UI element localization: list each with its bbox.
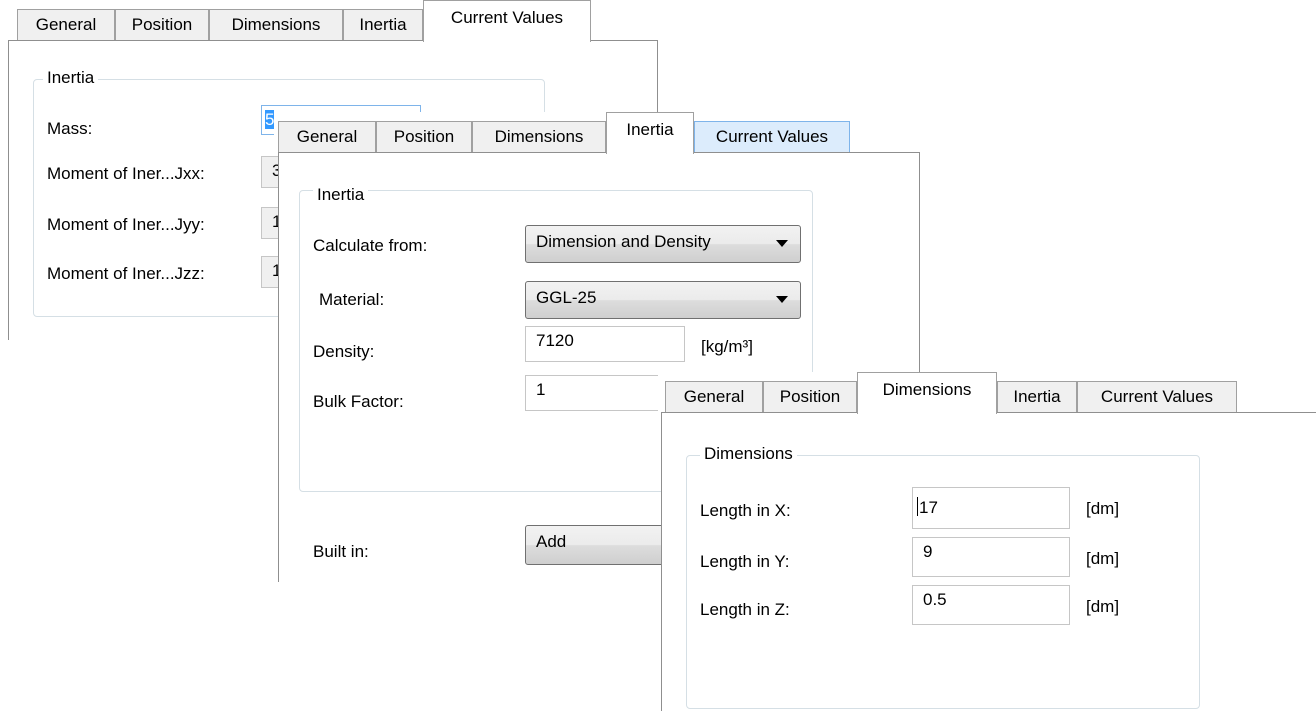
tab-current-values[interactable]: Current Values: [694, 121, 850, 152]
tab-dimensions[interactable]: Dimensions: [209, 9, 343, 40]
length-x-field[interactable]: 17: [912, 487, 1070, 529]
tab-inertia[interactable]: Inertia: [997, 381, 1077, 412]
density-unit: [kg/m³]: [701, 337, 753, 356]
jyy-label: Moment of Iner...Jyy:: [47, 215, 205, 234]
front-dialog: General Position Dimensions Inertia Curr…: [658, 372, 1316, 711]
material-label: Material:: [319, 290, 385, 309]
calculate-from-label: Calculate from:: [313, 236, 428, 255]
length-z-label: Length in Z:: [700, 600, 790, 619]
density-label: Density:: [313, 342, 375, 361]
tab-current-values[interactable]: Current Values: [423, 0, 591, 42]
tab-inertia[interactable]: Inertia: [343, 9, 423, 40]
tab-current-values[interactable]: Current Values: [1077, 381, 1237, 412]
tab-position[interactable]: Position: [115, 9, 209, 40]
calculate-from-dropdown[interactable]: Dimension and Density: [525, 225, 801, 263]
inertia-group-title: Inertia: [313, 185, 369, 205]
length-y-unit: [dm]: [1086, 549, 1120, 568]
tab-general[interactable]: General: [17, 9, 115, 40]
tab-dimensions[interactable]: Dimensions: [472, 121, 606, 152]
length-y-field[interactable]: 9: [912, 537, 1070, 577]
tab-general[interactable]: General: [665, 381, 763, 412]
tab-strip: General Position Dimensions Inertia Curr…: [8, 0, 660, 42]
length-z-unit: [dm]: [1086, 597, 1120, 616]
tab-strip: General Position Dimensions Inertia Curr…: [658, 372, 1316, 414]
chevron-down-icon: [776, 296, 788, 303]
chevron-down-icon: [776, 240, 788, 247]
built-in-value: Add: [536, 532, 567, 551]
tab-inertia[interactable]: Inertia: [606, 112, 694, 154]
jzz-label: Moment of Iner...Jzz:: [47, 264, 205, 283]
length-x-unit: [dm]: [1086, 499, 1120, 518]
text-cursor: [917, 497, 918, 516]
tab-position[interactable]: Position: [763, 381, 857, 412]
tab-strip: General Position Dimensions Inertia Curr…: [274, 112, 934, 154]
jxx-label: Moment of Iner...Jxx:: [47, 164, 205, 183]
density-field[interactable]: 7120: [525, 326, 685, 362]
length-z-field[interactable]: 0.5: [912, 585, 1070, 625]
mass-label: Mass:: [47, 119, 93, 138]
material-dropdown[interactable]: GGL-25: [525, 281, 801, 319]
built-in-label: Built in:: [313, 542, 369, 561]
material-value: GGL-25: [536, 288, 597, 307]
calculate-from-value: Dimension and Density: [536, 232, 711, 251]
bulk-factor-label: Bulk Factor:: [313, 392, 404, 411]
length-x-value: 17: [919, 498, 938, 517]
inertia-group-title: Inertia: [43, 68, 99, 88]
tab-panel: Dimensions Length in X: 17 [dm] Length i…: [661, 412, 1316, 711]
tab-position[interactable]: Position: [376, 121, 472, 152]
length-y-label: Length in Y:: [700, 552, 790, 571]
dimensions-group-title: Dimensions: [700, 444, 797, 464]
tab-general[interactable]: General: [278, 121, 376, 152]
tab-dimensions[interactable]: Dimensions: [857, 372, 997, 414]
length-x-label: Length in X:: [700, 501, 791, 520]
